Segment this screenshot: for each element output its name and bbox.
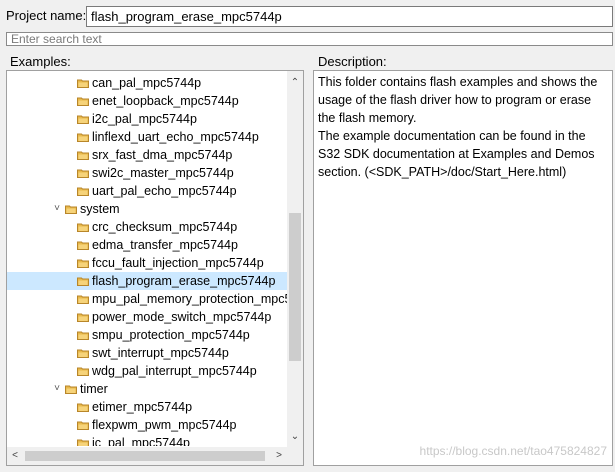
examples-tree[interactable]: can_pal_mpc5744p enet_loopback_mpc5744p i2… xyxy=(6,70,304,466)
tree-group-row[interactable]: ˅ timer xyxy=(7,380,287,398)
tree-item-row[interactable]: can_pal_mpc5744p xyxy=(7,74,287,92)
folder-icon xyxy=(77,79,89,88)
folder-icon xyxy=(77,151,89,160)
folder-icon xyxy=(77,277,89,286)
vertical-scrollbar[interactable]: ⌃ ⌄ xyxy=(287,71,303,447)
folder-icon xyxy=(77,115,89,124)
folder-icon xyxy=(77,169,89,178)
tree-row-label: uart_pal_echo_mpc5744p xyxy=(92,184,237,198)
tree-item-row[interactable]: ic_pal_mpc5744p xyxy=(7,434,287,446)
description-panel: This folder contains flash examples and … xyxy=(313,70,613,466)
tree-row-label: can_pal_mpc5744p xyxy=(92,76,202,90)
tree-row-label: etimer_mpc5744p xyxy=(92,400,193,414)
open-folder-icon xyxy=(65,205,77,214)
tree-row-label: flexpwm_pwm_mpc5744p xyxy=(92,418,237,432)
horizontal-scrollbar[interactable]: < > xyxy=(7,447,303,465)
search-input[interactable]: Enter search text xyxy=(6,32,613,46)
tree-item-row[interactable]: srx_fast_dma_mpc5744p xyxy=(7,146,287,164)
tree-row-label: mpu_pal_memory_protection_mpc5744p xyxy=(92,292,287,306)
tree-item-row[interactable]: i2c_pal_mpc5744p xyxy=(7,110,287,128)
examples-label: Examples: xyxy=(10,54,71,69)
folder-icon xyxy=(77,133,89,142)
tree-item-row[interactable]: etimer_mpc5744p xyxy=(7,398,287,416)
tree-item-row[interactable]: crc_checksum_mpc5744p xyxy=(7,218,287,236)
scroll-down-icon[interactable]: ⌄ xyxy=(287,429,303,445)
tree-item-row[interactable]: smpu_protection_mpc5744p xyxy=(7,326,287,344)
folder-icon xyxy=(77,403,89,412)
scroll-right-icon[interactable]: > xyxy=(271,447,287,465)
tree-row-label: system xyxy=(80,202,120,216)
tree-item-row[interactable]: swt_interrupt_mpc5744p xyxy=(7,344,287,362)
expand-chevron-icon[interactable]: ˅ xyxy=(51,380,63,398)
tree-row-label: srx_fast_dma_mpc5744p xyxy=(92,148,233,162)
tree-item-row[interactable]: mpu_pal_memory_protection_mpc5744p xyxy=(7,290,287,308)
tree-item-row[interactable]: swi2c_master_mpc5744p xyxy=(7,164,287,182)
folder-icon xyxy=(77,241,89,250)
tree-row-label: i2c_pal_mpc5744p xyxy=(92,112,197,126)
folder-icon xyxy=(77,97,89,106)
vertical-scroll-thumb[interactable] xyxy=(289,213,301,361)
tree-item-row[interactable]: flash_program_erase_mpc5744p xyxy=(7,272,287,290)
scroll-left-icon[interactable]: < xyxy=(7,447,23,465)
tree-item-row[interactable]: fccu_fault_injection_mpc5744p xyxy=(7,254,287,272)
tree-item-row[interactable]: linflexd_uart_echo_mpc5744p xyxy=(7,128,287,146)
scroll-up-icon[interactable]: ⌃ xyxy=(287,75,303,91)
tree-row-label: swt_interrupt_mpc5744p xyxy=(92,346,229,360)
watermark: https://blog.csdn.net/tao475824827 xyxy=(419,444,607,458)
examples-tree-list: can_pal_mpc5744p enet_loopback_mpc5744p i2… xyxy=(7,71,287,446)
folder-icon xyxy=(77,313,89,322)
tree-item-row[interactable]: wdg_pal_interrupt_mpc5744p xyxy=(7,362,287,380)
folder-icon xyxy=(77,295,89,304)
tree-item-row[interactable]: flexpwm_pwm_mpc5744p xyxy=(7,416,287,434)
folder-icon xyxy=(77,223,89,232)
project-name-label: Project name: xyxy=(6,8,87,23)
tree-group-row[interactable]: ˅ system xyxy=(7,200,287,218)
tree-item-row[interactable]: edma_transfer_mpc5744p xyxy=(7,236,287,254)
folder-icon xyxy=(77,349,89,358)
tree-item-row[interactable]: uart_pal_echo_mpc5744p xyxy=(7,182,287,200)
tree-row-label: fccu_fault_injection_mpc5744p xyxy=(92,256,264,270)
folder-icon xyxy=(77,259,89,268)
tree-item-row[interactable]: power_mode_switch_mpc5744p xyxy=(7,308,287,326)
folder-icon xyxy=(77,187,89,196)
expand-chevron-icon[interactable]: ˅ xyxy=(51,200,63,218)
horizontal-scroll-thumb[interactable] xyxy=(25,451,265,461)
tree-row-label: timer xyxy=(80,382,108,396)
tree-row-label: power_mode_switch_mpc5744p xyxy=(92,310,272,324)
tree-row-label: crc_checksum_mpc5744p xyxy=(92,220,238,234)
folder-icon xyxy=(77,439,89,446)
tree-row-label: wdg_pal_interrupt_mpc5744p xyxy=(92,364,257,378)
tree-row-label: edma_transfer_mpc5744p xyxy=(92,238,238,252)
open-folder-icon xyxy=(65,385,77,394)
tree-row-label: swi2c_master_mpc5744p xyxy=(92,166,234,180)
description-text: This folder contains flash examples and … xyxy=(318,75,598,179)
tree-row-label: smpu_protection_mpc5744p xyxy=(92,328,250,342)
project-name-row: Project name: flash_program_erase_mpc574… xyxy=(0,0,615,30)
tree-row-label: enet_loopback_mpc5744p xyxy=(92,94,239,108)
folder-icon xyxy=(77,331,89,340)
tree-item-row[interactable]: enet_loopback_mpc5744p xyxy=(7,92,287,110)
description-label: Description: xyxy=(318,54,387,69)
folder-icon xyxy=(77,421,89,430)
tree-row-label: ic_pal_mpc5744p xyxy=(92,436,190,446)
folder-icon xyxy=(77,367,89,376)
tree-row-label: flash_program_erase_mpc5744p xyxy=(92,274,276,288)
project-name-input[interactable]: flash_program_erase_mpc5744p xyxy=(86,6,613,27)
tree-row-label: linflexd_uart_echo_mpc5744p xyxy=(92,130,259,144)
